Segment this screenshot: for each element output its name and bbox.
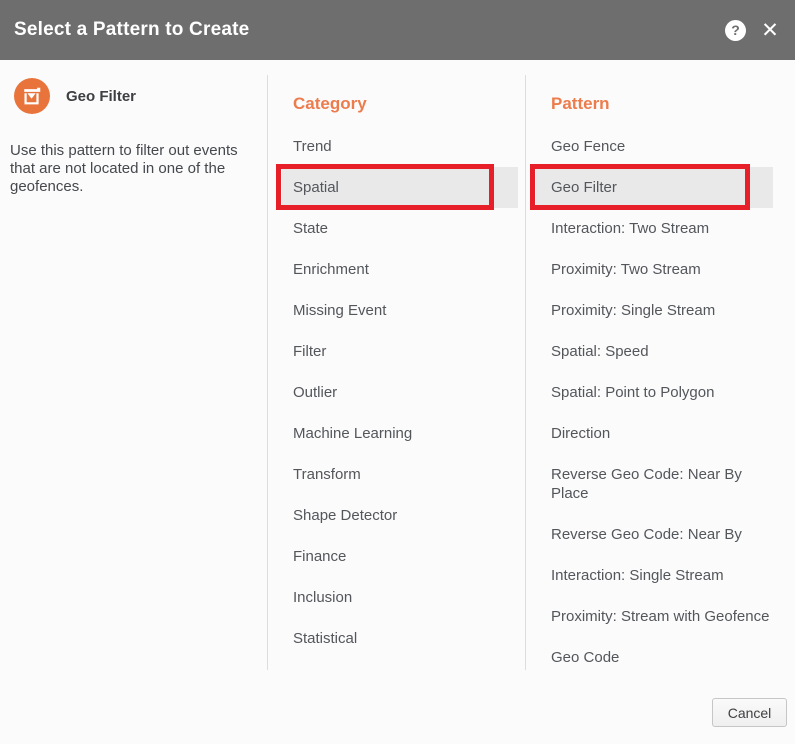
pattern-column: Pattern Geo FenceGeo FilterInteraction: … [536, 60, 773, 678]
list-item-spatial-speed[interactable]: Spatial: Speed [536, 331, 773, 372]
category-column: Category TrendSpatialStateEnrichmentMiss… [282, 60, 518, 659]
category-list: TrendSpatialStateEnrichmentMissing Event… [282, 126, 518, 659]
list-item-reverse-geo-code-near-by[interactable]: Reverse Geo Code: Near By [536, 514, 773, 555]
list-item-finance[interactable]: Finance [282, 536, 518, 577]
list-item-missing-event[interactable]: Missing Event [282, 290, 518, 331]
list-item-proximity-single-stream[interactable]: Proximity: Single Stream [536, 290, 773, 331]
list-item-spatial[interactable]: Spatial [282, 167, 518, 208]
select-pattern-dialog: Select a Pattern to Create ? ✕ Geo Filte… [0, 0, 795, 744]
list-item-interaction-single-stream[interactable]: Interaction: Single Stream [536, 555, 773, 596]
list-item-shape-detector[interactable]: Shape Detector [282, 495, 518, 536]
list-item-direction[interactable]: Direction [536, 413, 773, 454]
list-item-inclusion[interactable]: Inclusion [282, 577, 518, 618]
close-icon[interactable]: ✕ [759, 19, 781, 41]
pattern-info-panel: Geo Filter Use this pattern to filter ou… [0, 60, 267, 196]
list-item-geo-code[interactable]: Geo Code [536, 637, 773, 678]
list-item-filter[interactable]: Filter [282, 331, 518, 372]
geo-filter-icon [14, 78, 50, 114]
help-icon[interactable]: ? [725, 20, 746, 41]
list-item-enrichment[interactable]: Enrichment [282, 249, 518, 290]
divider-info-category [267, 75, 268, 670]
pattern-header: Pattern [536, 94, 773, 114]
list-item-interaction-two-stream[interactable]: Interaction: Two Stream [536, 208, 773, 249]
list-item-machine-learning[interactable]: Machine Learning [282, 413, 518, 454]
list-item-geo-filter[interactable]: Geo Filter [536, 167, 773, 208]
list-item-geo-fence[interactable]: Geo Fence [536, 126, 773, 167]
dialog-titlebar: Select a Pattern to Create ? ✕ [0, 0, 795, 60]
pattern-list: Geo FenceGeo FilterInteraction: Two Stre… [536, 126, 773, 678]
divider-category-pattern [525, 75, 526, 670]
dialog-title: Select a Pattern to Create [14, 19, 725, 41]
titlebar-icons: ? ✕ [725, 19, 781, 41]
list-item-transform[interactable]: Transform [282, 454, 518, 495]
category-header: Category [282, 94, 518, 114]
pattern-info-header: Geo Filter [14, 78, 267, 114]
list-item-spatial-point-to-polygon[interactable]: Spatial: Point to Polygon [536, 372, 773, 413]
list-item-statistical[interactable]: Statistical [282, 618, 518, 659]
pattern-description: Use this pattern to filter out events th… [10, 142, 262, 196]
list-item-trend[interactable]: Trend [282, 126, 518, 167]
list-item-state[interactable]: State [282, 208, 518, 249]
cancel-button[interactable]: Cancel [712, 698, 787, 727]
list-item-proximity-two-stream[interactable]: Proximity: Two Stream [536, 249, 773, 290]
list-item-outlier[interactable]: Outlier [282, 372, 518, 413]
pattern-name: Geo Filter [66, 88, 136, 105]
list-item-reverse-geo-code-near-by-place[interactable]: Reverse Geo Code: Near By Place [536, 454, 773, 514]
list-item-proximity-stream-with-geofence[interactable]: Proximity: Stream with Geofence [536, 596, 773, 637]
